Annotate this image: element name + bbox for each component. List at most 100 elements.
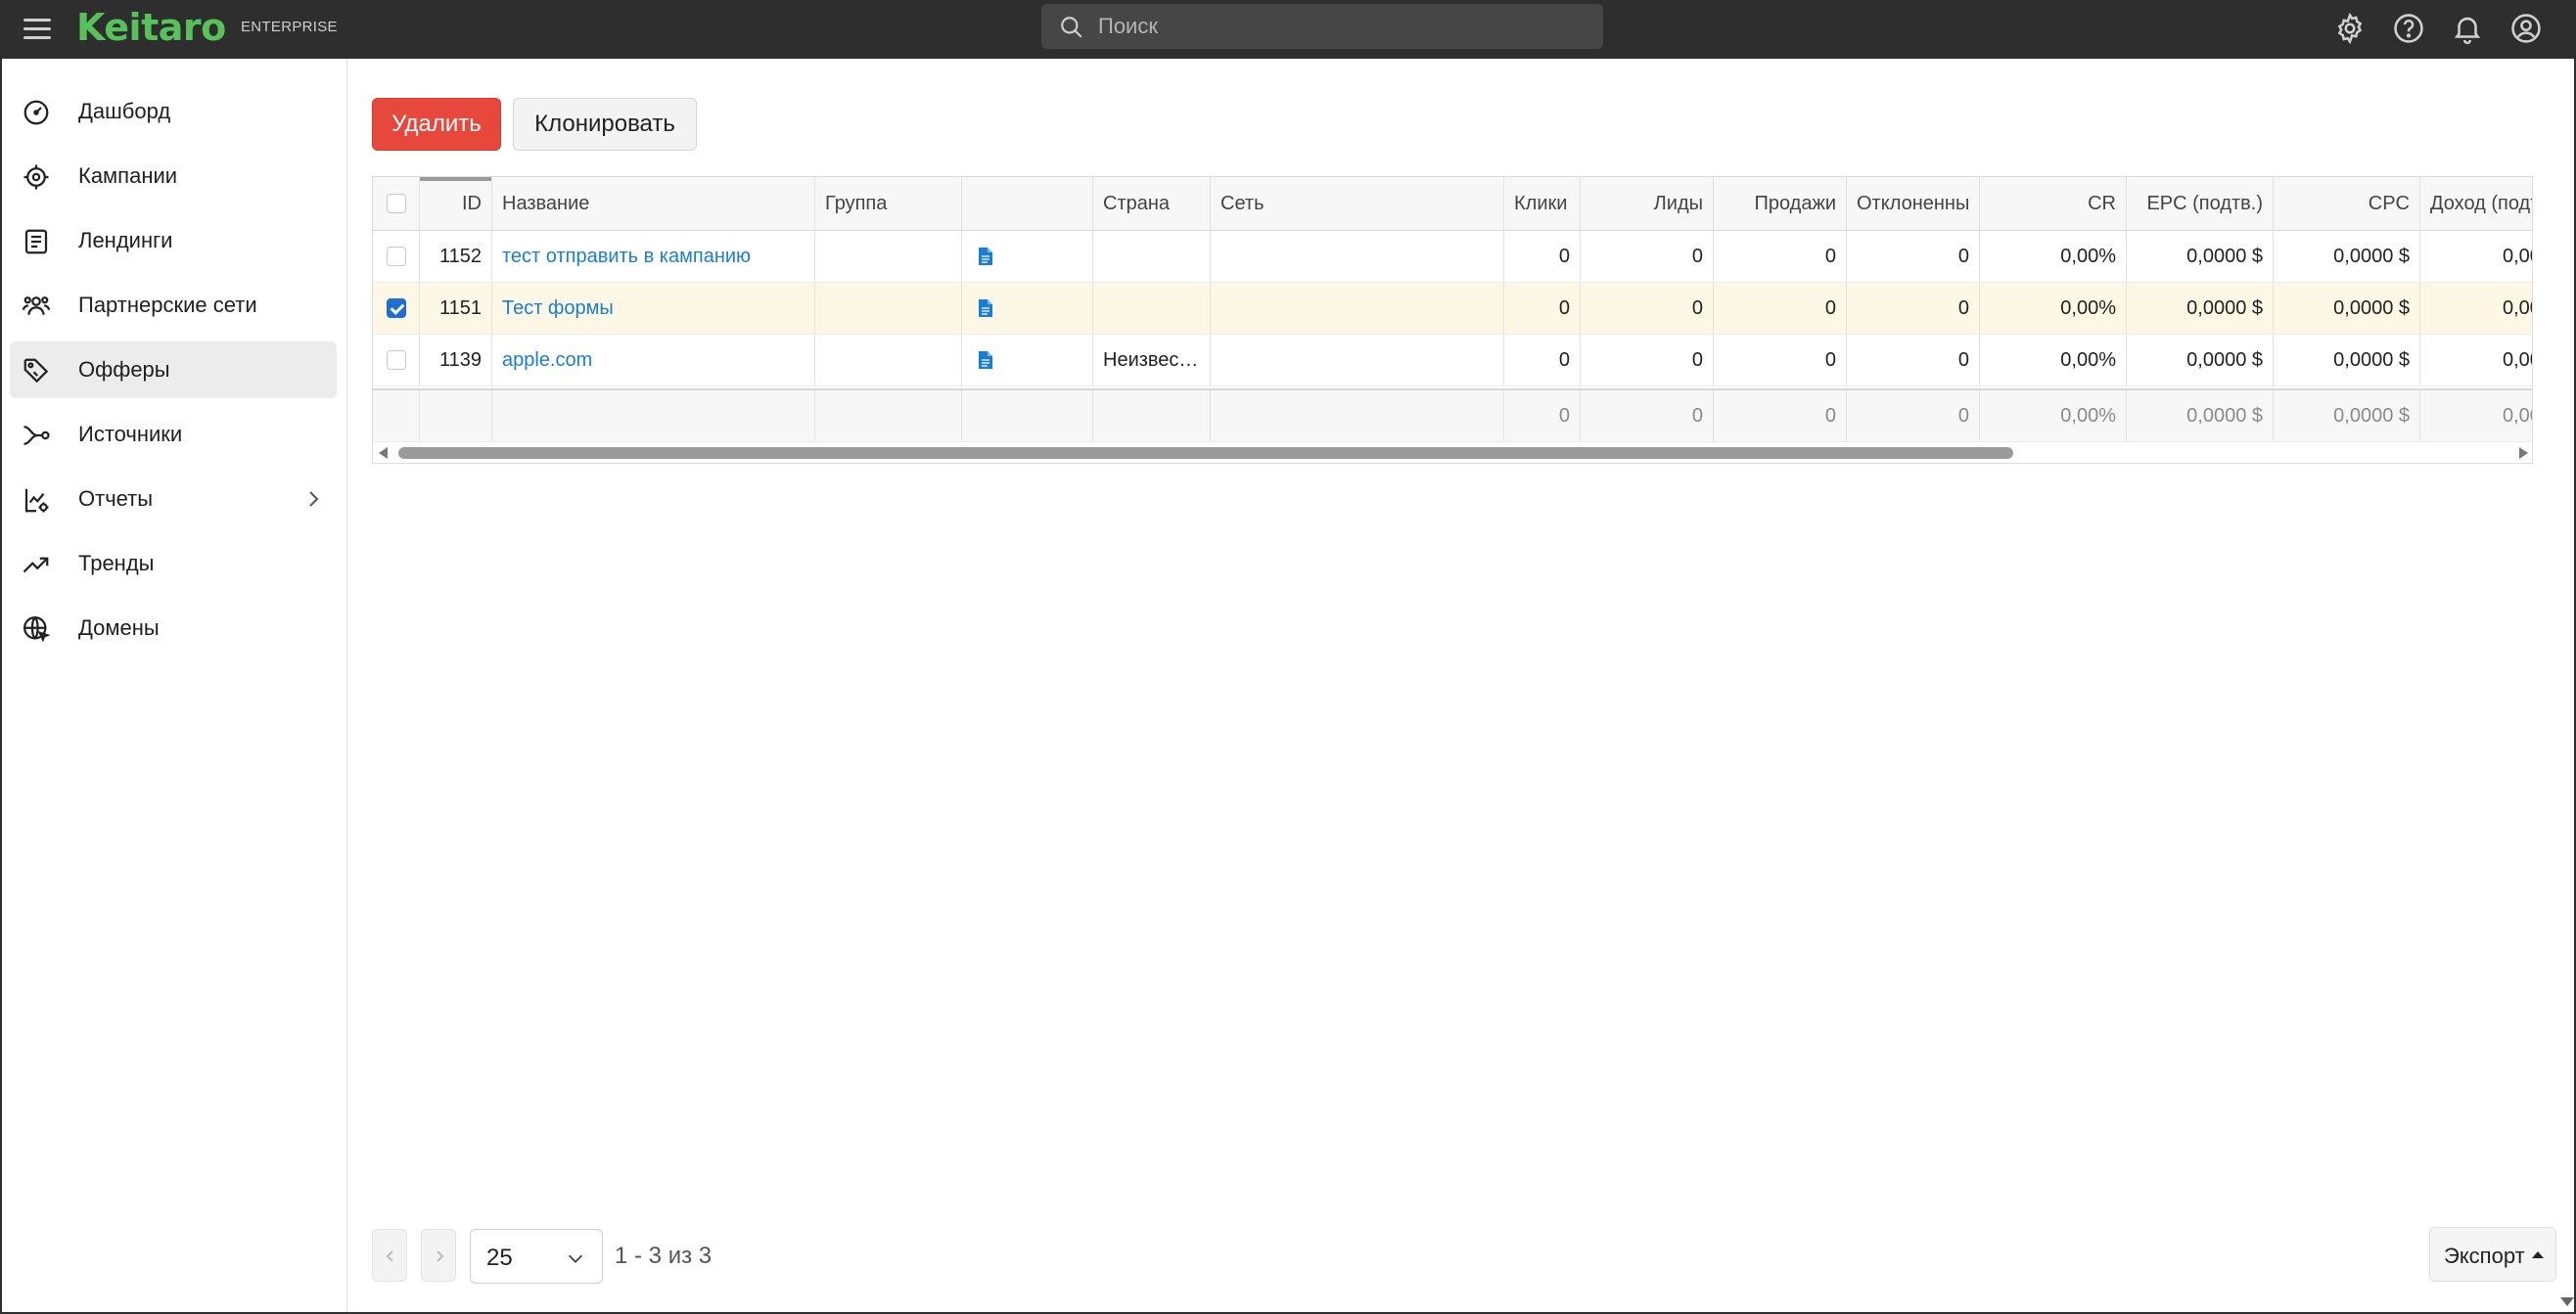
column-header-cr[interactable]: CR bbox=[1980, 177, 2127, 230]
cell-country bbox=[1093, 283, 1211, 334]
logo[interactable]: Keitaro bbox=[76, 6, 226, 49]
cell-revenue: 0,00 bbox=[2420, 335, 2532, 385]
column-header-network[interactable]: Сеть bbox=[1211, 177, 1504, 230]
row-checkbox[interactable] bbox=[386, 350, 406, 370]
cell-group bbox=[815, 335, 962, 385]
column-header-name[interactable]: Название bbox=[492, 177, 815, 230]
dashboard-icon bbox=[23, 100, 49, 125]
cell-sales: 0 bbox=[1714, 283, 1847, 334]
sidebar-item-dashboard[interactable]: Дашборд bbox=[10, 83, 337, 140]
chevron-right-icon[interactable] bbox=[301, 487, 325, 511]
table-row[interactable]: 1151 Тест формы 0 0 0 0 0,00% 0,0000 $ 0… bbox=[373, 283, 2532, 335]
export-button[interactable]: Экспорт bbox=[2429, 1227, 2556, 1282]
row-select-cell bbox=[373, 283, 420, 334]
total-leads: 0 bbox=[1581, 390, 1714, 441]
bell-icon[interactable] bbox=[2451, 12, 2484, 45]
select-all-checkbox[interactable] bbox=[386, 194, 406, 213]
offer-name-link[interactable]: Тест формы bbox=[492, 283, 815, 334]
sidebar-item-label: Тренды bbox=[78, 551, 155, 575]
row-checkbox[interactable] bbox=[386, 298, 406, 318]
sidebar-item-label: Дашборд bbox=[78, 99, 171, 123]
column-header-leads[interactable]: Лиды bbox=[1581, 177, 1714, 230]
cell-revenue: 0,00 bbox=[2420, 231, 2532, 282]
top-bar: Keitaro ENTERPRISE bbox=[0, 0, 2576, 59]
cell-id: 1139 bbox=[420, 335, 492, 385]
table-row[interactable]: 1152 тест отправить в кампанию 0 0 0 0 0… bbox=[373, 231, 2532, 283]
sidebar-item-landings[interactable]: Лендинги bbox=[10, 212, 337, 269]
hamburger-menu-icon[interactable] bbox=[22, 14, 53, 45]
scroll-right-arrow-icon[interactable] bbox=[2519, 447, 2528, 459]
totals-empty-cell bbox=[962, 390, 1093, 441]
per-page-select[interactable]: 25 bbox=[470, 1229, 603, 1284]
offers-table: ID Название Группа Страна Сеть Клики Лид… bbox=[372, 176, 2533, 464]
scrollbar-thumb[interactable] bbox=[398, 447, 2013, 459]
sidebar-item-label: Домены bbox=[78, 615, 160, 640]
sidebar-item-label: Партнерские сети bbox=[78, 293, 257, 317]
cell-cpc: 0,0000 $ bbox=[2274, 283, 2420, 334]
cell-country: Неизвес… bbox=[1093, 335, 1211, 385]
horizontal-scrollbar[interactable] bbox=[373, 441, 2532, 463]
cell-epc: 0,0000 $ bbox=[2127, 231, 2274, 282]
search-input[interactable] bbox=[1098, 4, 1587, 49]
cell-clicks: 0 bbox=[1504, 283, 1581, 334]
cell-rejected: 0 bbox=[1847, 283, 1980, 334]
totals-empty-cell bbox=[373, 390, 420, 441]
column-header-country[interactable]: Страна bbox=[1093, 177, 1211, 230]
totals-empty-cell bbox=[1211, 390, 1504, 441]
cell-cr: 0,00% bbox=[1980, 335, 2127, 385]
column-header-type[interactable] bbox=[962, 177, 1093, 230]
row-checkbox[interactable] bbox=[386, 247, 406, 266]
cell-leads: 0 bbox=[1581, 335, 1714, 385]
totals-empty-cell bbox=[492, 390, 815, 441]
user-icon[interactable] bbox=[2509, 12, 2543, 45]
affiliate-networks-icon bbox=[22, 296, 51, 315]
offer-name-link[interactable]: тест отправить в кампанию bbox=[492, 231, 815, 282]
cell-sales: 0 bbox=[1714, 231, 1847, 282]
help-icon[interactable] bbox=[2392, 12, 2425, 45]
clone-button[interactable]: Клонировать bbox=[513, 98, 697, 151]
sidebar-item-trends[interactable]: Тренды bbox=[10, 535, 337, 592]
next-page-button[interactable] bbox=[421, 1229, 456, 1282]
sidebar-item-domains[interactable]: Домены bbox=[10, 600, 337, 657]
cell-sales: 0 bbox=[1714, 335, 1847, 385]
offer-name-link[interactable]: apple.com bbox=[492, 335, 815, 385]
cell-network bbox=[1211, 283, 1504, 334]
cell-network bbox=[1211, 231, 1504, 282]
table-totals-row: 0 0 0 0 0,00% 0,0000 $ 0,0000 $ 0,00 bbox=[373, 388, 2532, 441]
globe-icon bbox=[23, 616, 51, 643]
column-header-epc[interactable]: EPC (подтв.) bbox=[2127, 177, 2274, 230]
per-page-value: 25 bbox=[486, 1245, 513, 1271]
cell-cpc: 0,0000 $ bbox=[2274, 231, 2420, 282]
column-header-id[interactable]: ID bbox=[420, 177, 492, 230]
cell-leads: 0 bbox=[1581, 231, 1714, 282]
chevron-down-icon bbox=[568, 1254, 583, 1263]
total-clicks: 0 bbox=[1504, 390, 1581, 441]
search-box[interactable] bbox=[1041, 4, 1603, 49]
table-row[interactable]: 1139 apple.com Неизвес… 0 0 0 0 0,00% 0,… bbox=[373, 335, 2532, 386]
sidebar-item-offers[interactable]: Офферы bbox=[10, 341, 337, 398]
sidebar-item-sources[interactable]: Источники bbox=[10, 406, 337, 463]
totals-empty-cell bbox=[815, 390, 962, 441]
sidebar-item-reports[interactable]: Отчеты bbox=[10, 471, 337, 527]
totals-empty-cell bbox=[1093, 390, 1211, 441]
column-header-revenue[interactable]: Доход (подт bbox=[2420, 177, 2532, 230]
scroll-left-arrow-icon[interactable] bbox=[379, 447, 388, 459]
column-header-cpc[interactable]: CPC bbox=[2274, 177, 2420, 230]
select-all-cell bbox=[373, 177, 420, 230]
total-epc: 0,0000 $ bbox=[2127, 390, 2274, 441]
resize-grip-icon[interactable] bbox=[2560, 1297, 2574, 1306]
column-header-rejected[interactable]: Отклоненны bbox=[1847, 177, 1980, 230]
previous-page-button[interactable] bbox=[372, 1229, 407, 1282]
sidebar-item-campaigns[interactable]: Кампании bbox=[10, 148, 337, 204]
delete-button[interactable]: Удалить bbox=[372, 98, 501, 151]
cell-type bbox=[962, 335, 1093, 385]
trend-icon bbox=[23, 557, 49, 573]
cell-cpc: 0,0000 $ bbox=[2274, 335, 2420, 385]
document-icon bbox=[979, 351, 992, 369]
gear-icon[interactable] bbox=[2333, 12, 2367, 45]
column-header-clicks[interactable]: Клики bbox=[1504, 177, 1581, 230]
column-header-group[interactable]: Группа bbox=[815, 177, 962, 230]
column-header-sales[interactable]: Продажи bbox=[1714, 177, 1847, 230]
sidebar-item-affiliate-networks[interactable]: Партнерские сети bbox=[10, 277, 337, 334]
cell-type bbox=[962, 231, 1093, 282]
